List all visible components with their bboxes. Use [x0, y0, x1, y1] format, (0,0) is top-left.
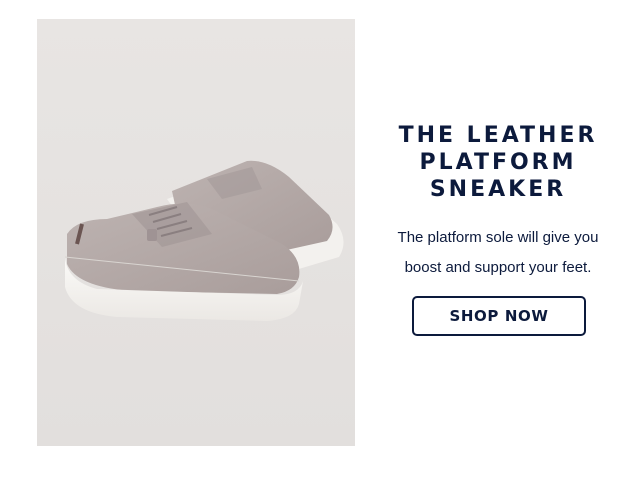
product-image — [37, 19, 355, 446]
sneaker-pair-illustration — [37, 19, 355, 446]
headline-line-2: PLATFORM — [419, 150, 577, 175]
headline-line-3: SNEAKER — [429, 177, 567, 202]
promo-copy: THE LEATHER PLATFORM SNEAKER The platfor… — [386, 122, 610, 283]
shop-now-button[interactable]: SHOP NOW — [412, 296, 586, 336]
description: The platform sole will give you boost an… — [386, 223, 610, 283]
headline-line-1: THE LEATHER — [398, 123, 598, 148]
logo-patch — [147, 229, 157, 241]
headline: THE LEATHER PLATFORM SNEAKER — [386, 122, 610, 203]
description-line-1: The platform sole will give you — [397, 229, 599, 246]
description-line-2: boost and support your feet. — [404, 259, 592, 276]
